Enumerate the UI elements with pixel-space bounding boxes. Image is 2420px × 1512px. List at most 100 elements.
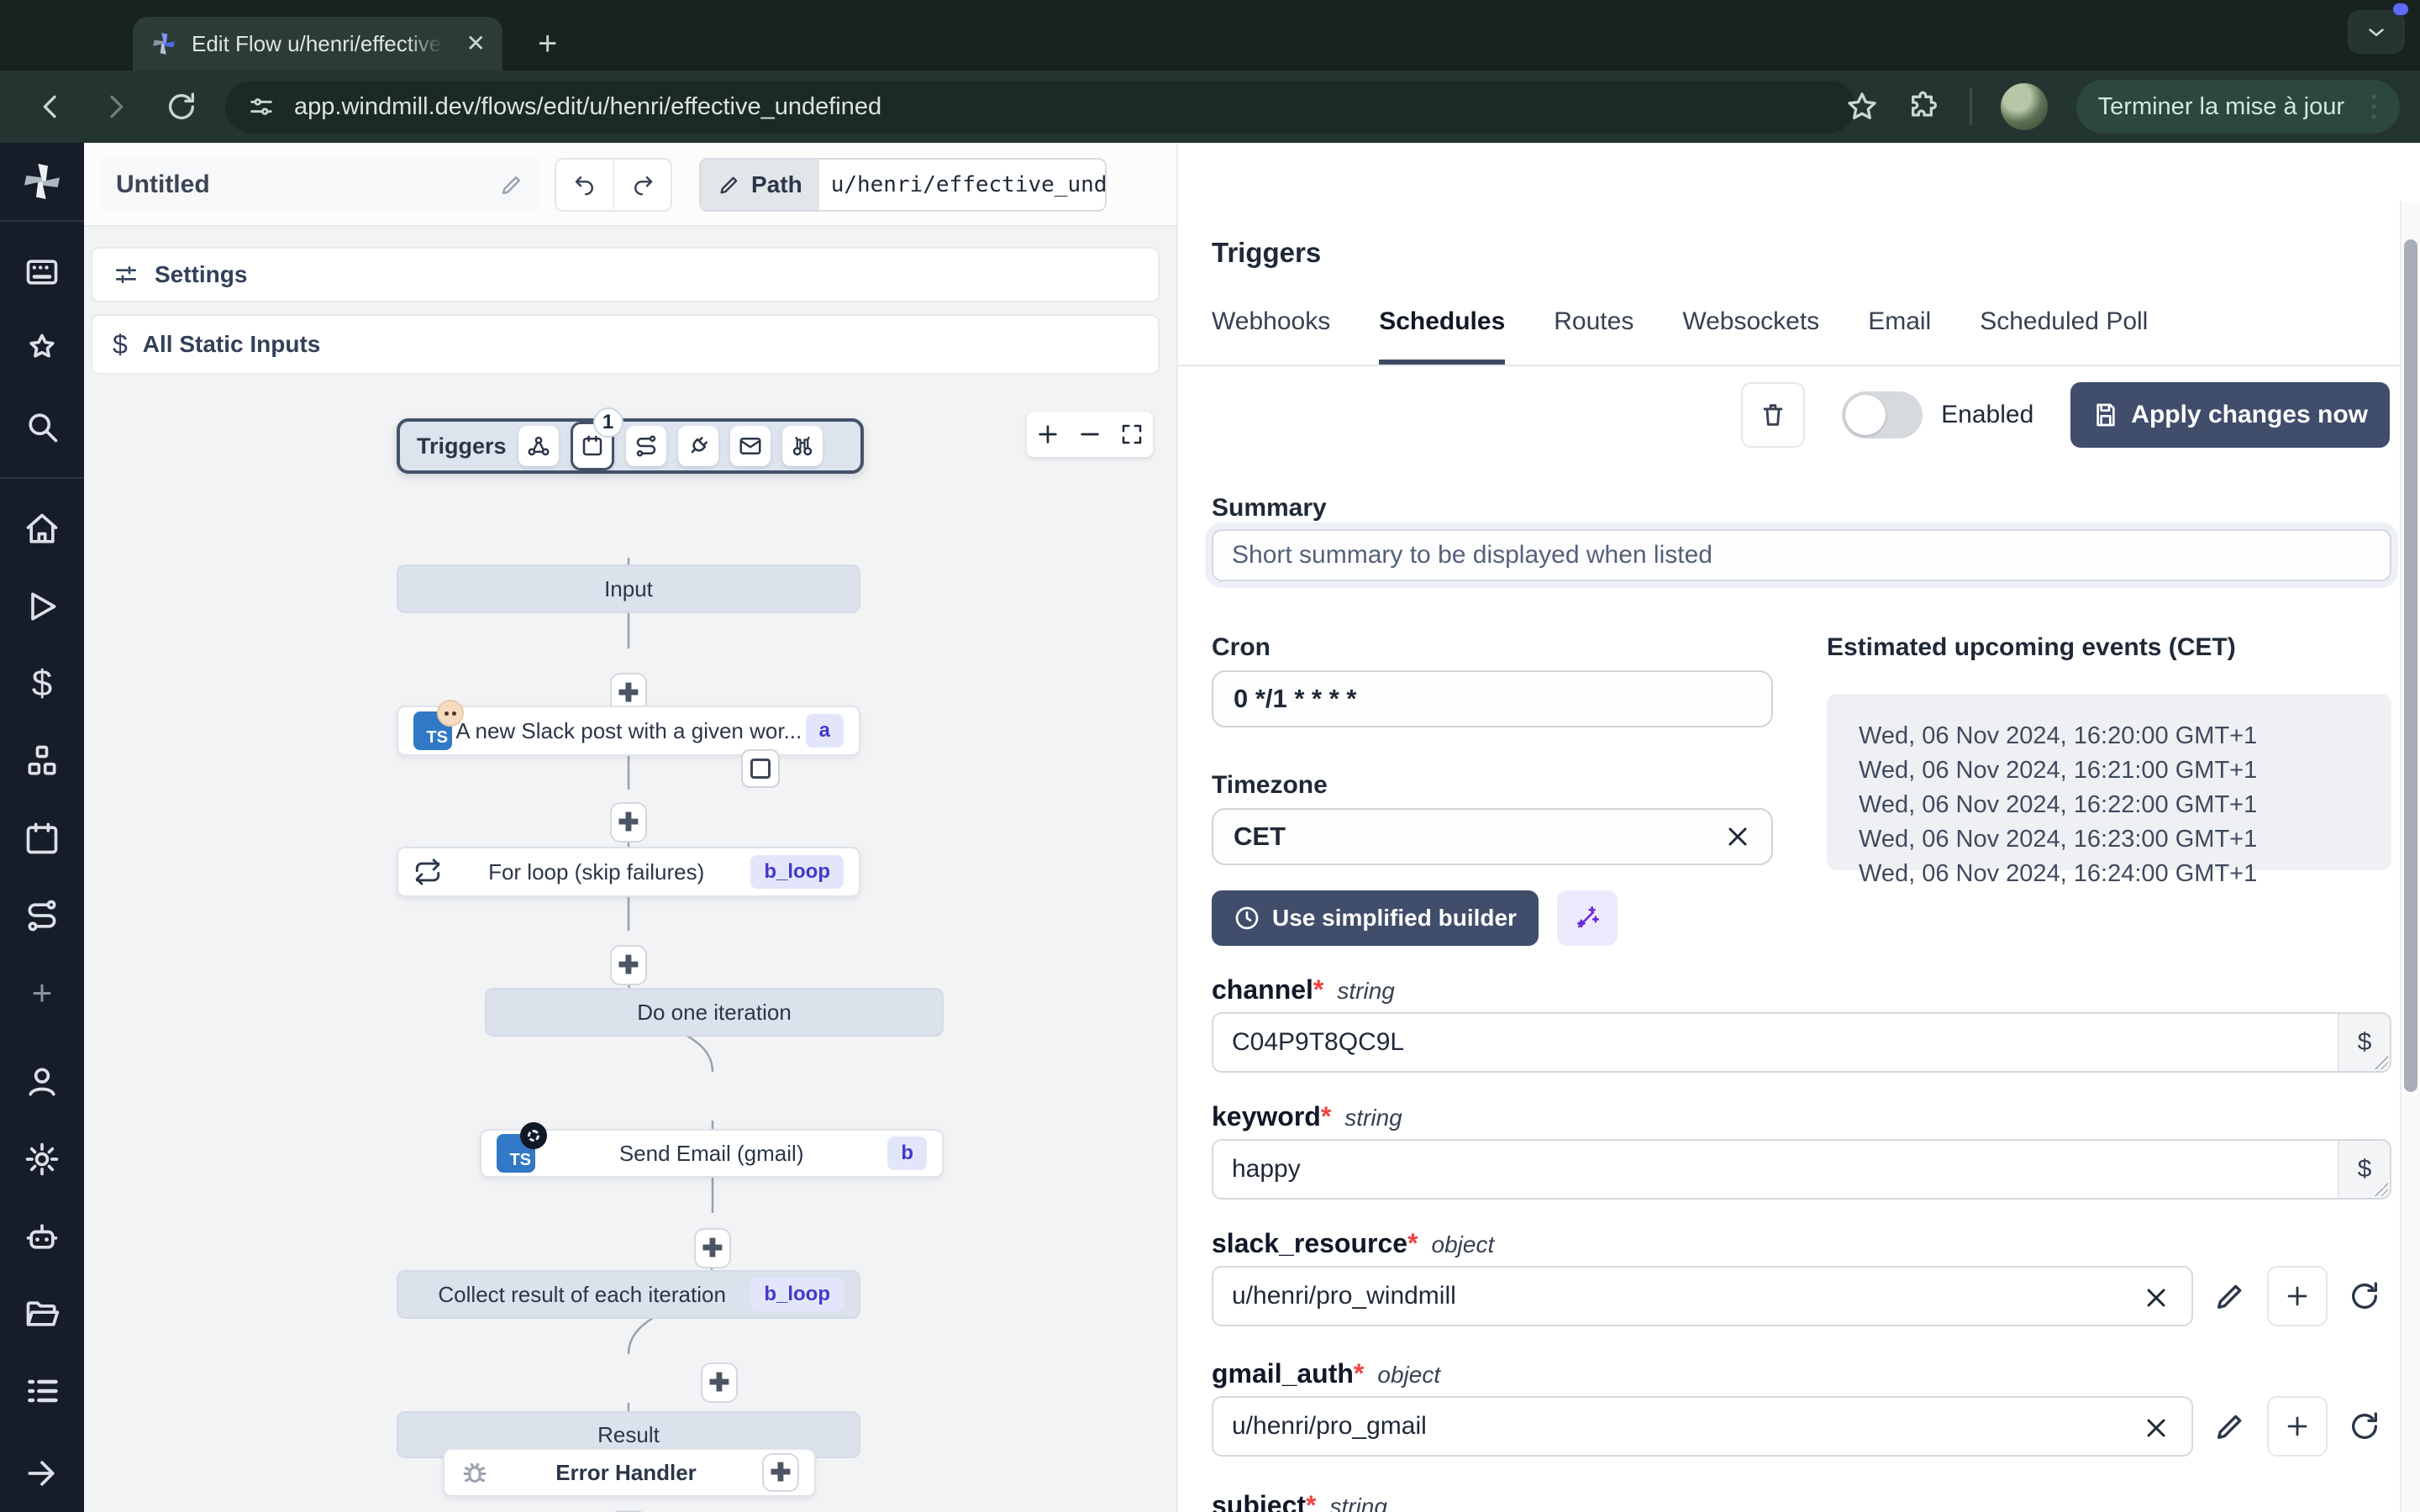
left-sidebar: $ + xyxy=(0,143,84,1512)
refresh-resource-icon[interactable] xyxy=(2348,1410,2381,1443)
timezone-input[interactable] xyxy=(1212,808,1773,865)
resources-icon[interactable] xyxy=(24,743,60,780)
iteration-node[interactable]: Do one iteration xyxy=(485,988,944,1037)
input-node-label: Input xyxy=(604,575,653,601)
add-step-button[interactable]: ✚ xyxy=(701,1362,738,1403)
site-settings-icon[interactable] xyxy=(247,92,276,121)
zoom-in-button[interactable] xyxy=(1027,412,1069,457)
new-tab-button[interactable]: + xyxy=(538,25,557,63)
channel-input[interactable] xyxy=(1213,1028,2338,1057)
home-icon[interactable] xyxy=(24,511,60,548)
undo-button[interactable] xyxy=(556,160,614,210)
tab-websockets[interactable]: Websockets xyxy=(1682,307,1819,365)
apply-changes-button[interactable]: Apply changes now xyxy=(2070,382,2390,448)
forloop-node[interactable]: For loop (skip failures) b_loop xyxy=(397,847,860,897)
add-resource-button[interactable] xyxy=(2267,1266,2328,1326)
add-step-button[interactable]: ✚ xyxy=(694,1228,731,1268)
variables-icon[interactable]: $ xyxy=(24,665,60,702)
schedules-icon[interactable] xyxy=(24,820,60,857)
path-input[interactable]: u/henri/effective_undef xyxy=(818,160,1105,210)
scrollbar-thumb[interactable] xyxy=(2404,239,2417,1092)
forward-icon[interactable] xyxy=(99,90,133,123)
flow-canvas[interactable]: Settings $ All Static Inputs Triggers 1 … xyxy=(84,227,1176,1512)
routes-icon[interactable] xyxy=(24,897,60,934)
route-trigger-icon[interactable] xyxy=(625,426,666,466)
collapse-arrow-icon[interactable] xyxy=(24,1455,60,1492)
path-editor[interactable]: Path u/henri/effective_undef xyxy=(699,158,1107,212)
search-icon[interactable] xyxy=(24,408,60,445)
fit-view-button[interactable] xyxy=(1111,412,1153,457)
edit-resource-icon[interactable] xyxy=(2213,1279,2247,1313)
collect-node[interactable]: Collect result of each iteration b_loop xyxy=(397,1270,860,1319)
clear-resource-icon[interactable] xyxy=(2141,1283,2171,1313)
error-handler-node[interactable]: Error Handler ✚ xyxy=(443,1448,816,1497)
email-trigger-icon[interactable] xyxy=(729,426,771,466)
keyword-field-name: keyword* xyxy=(1212,1101,1332,1131)
browser-menu-icon[interactable]: ⋮ xyxy=(2360,92,2388,120)
early-stop-button[interactable] xyxy=(741,749,780,788)
clear-resource-icon[interactable] xyxy=(2141,1413,2171,1443)
webhook-trigger-icon[interactable] xyxy=(518,426,559,466)
clear-timezone-icon[interactable] xyxy=(1723,822,1753,852)
slack-resource-input[interactable] xyxy=(1213,1268,2191,1325)
add-error-handler-button[interactable]: ✚ xyxy=(762,1453,799,1492)
enabled-toggle[interactable] xyxy=(1842,391,1923,438)
tab-webhooks[interactable]: Webhooks xyxy=(1212,307,1330,365)
folders-icon[interactable] xyxy=(24,1295,60,1332)
delete-schedule-button[interactable] xyxy=(1741,382,1806,448)
add-menu-icon[interactable]: + xyxy=(24,974,60,1011)
browser-update-button[interactable]: Terminer la mise à jour ⋮ xyxy=(2075,80,2400,134)
settings-gear-icon[interactable] xyxy=(24,1141,60,1178)
resize-handle[interactable] xyxy=(2375,1183,2388,1196)
websocket-trigger-icon[interactable] xyxy=(677,426,718,466)
tab-routes[interactable]: Routes xyxy=(1554,307,1634,365)
zoom-out-button[interactable] xyxy=(1069,412,1111,457)
windmill-favicon xyxy=(153,33,175,55)
resize-handle[interactable] xyxy=(2375,1056,2388,1069)
refresh-resource-icon[interactable] xyxy=(2348,1279,2381,1313)
redo-button[interactable] xyxy=(614,160,671,210)
favorites-star-icon[interactable] xyxy=(24,331,60,368)
tabstrip-chevron-icon[interactable] xyxy=(2348,10,2405,54)
reload-icon[interactable] xyxy=(165,90,198,123)
browser-tab[interactable]: Edit Flow u/henri/effective_un ✕ xyxy=(133,17,502,71)
add-step-button[interactable]: ✚ xyxy=(610,802,647,843)
keyword-input[interactable] xyxy=(1213,1155,2338,1184)
input-node[interactable]: Input xyxy=(397,564,860,613)
schedule-trigger-icon[interactable]: 1 xyxy=(570,407,623,470)
panel-scrollbar[interactable] xyxy=(2400,202,2420,1512)
tab-scheduled-poll[interactable]: Scheduled Poll xyxy=(1980,307,2148,365)
scheduled-poll-trigger-icon[interactable] xyxy=(781,426,823,466)
runs-panel-icon[interactable] xyxy=(24,254,60,291)
baby-emoji-badge xyxy=(437,700,464,727)
windmill-logo[interactable] xyxy=(18,158,66,205)
triggers-node[interactable]: Triggers 1 xyxy=(397,407,864,474)
extensions-icon[interactable] xyxy=(1907,90,1941,123)
add-step-button[interactable]: ✚ xyxy=(610,945,647,985)
slack-step-node[interactable]: TS A new Slack post with a given wor... … xyxy=(397,700,860,756)
flow-name-field[interactable]: Untitled xyxy=(101,158,539,212)
user-icon[interactable] xyxy=(24,1063,60,1100)
gmail-auth-input[interactable] xyxy=(1213,1398,2191,1455)
audit-list-icon[interactable] xyxy=(24,1373,60,1410)
tab-email[interactable]: Email xyxy=(1868,307,1931,365)
profile-avatar[interactable] xyxy=(2000,83,2048,130)
tab-schedules[interactable]: Schedules xyxy=(1379,307,1506,365)
simplified-builder-button[interactable]: Use simplified builder xyxy=(1212,890,1539,946)
ai-cron-button[interactable] xyxy=(1556,890,1618,946)
workers-bot-icon[interactable] xyxy=(24,1218,60,1255)
add-resource-button[interactable] xyxy=(2267,1396,2328,1457)
settings-card[interactable]: Settings xyxy=(91,247,1160,302)
tab-close-icon[interactable]: ✕ xyxy=(466,32,486,55)
url-bar[interactable]: app.windmill.dev/flows/edit/u/henri/effe… xyxy=(225,81,1855,133)
edit-name-icon[interactable] xyxy=(499,172,524,197)
edit-resource-icon[interactable] xyxy=(2213,1410,2247,1443)
bookmark-star-icon[interactable] xyxy=(1845,90,1879,123)
event-row: Wed, 06 Nov 2024, 16:23:00 GMT+1 xyxy=(1859,826,2258,853)
summary-input[interactable] xyxy=(1212,529,2391,581)
send-email-node[interactable]: TS Send Email (gmail) b xyxy=(480,1122,944,1178)
static-inputs-card[interactable]: $ All Static Inputs xyxy=(91,314,1160,375)
cron-input[interactable] xyxy=(1212,670,1773,727)
runs-icon[interactable] xyxy=(24,588,60,625)
back-icon[interactable] xyxy=(34,90,67,123)
